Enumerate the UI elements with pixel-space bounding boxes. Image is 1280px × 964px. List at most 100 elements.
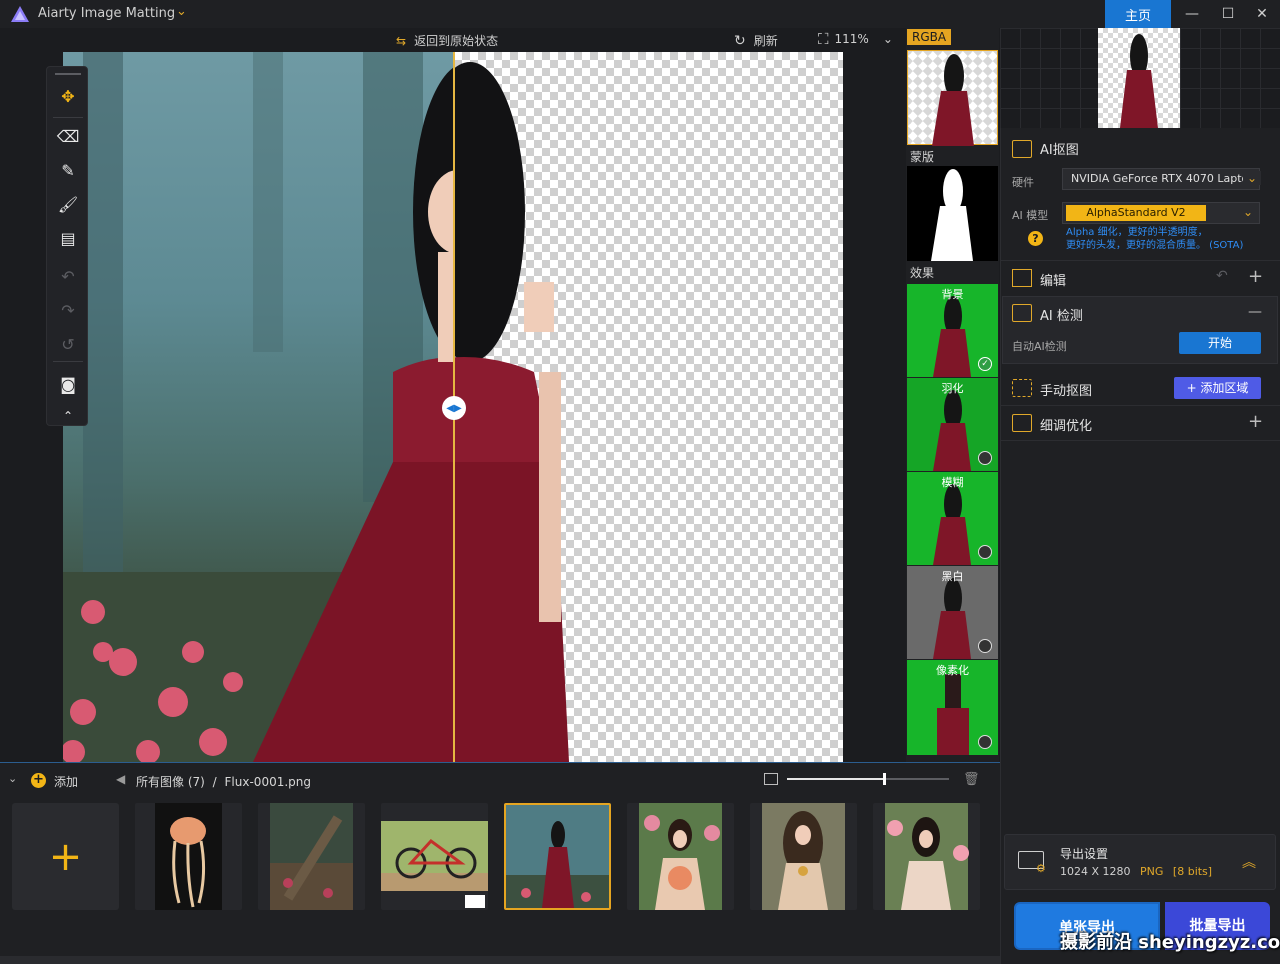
zoom-control[interactable]: ⛶ 111% ⌄ (818, 30, 893, 48)
radio-icon (978, 545, 992, 559)
zoom-fit-icon: ⛶ (818, 30, 829, 48)
mask-preview-figure (931, 169, 973, 261)
add-area-button[interactable]: + 添加区域 (1174, 377, 1261, 399)
breadcrumb-all-images[interactable]: 所有图像 (7) (136, 775, 205, 789)
expand-plus-icon[interactable]: + (1248, 266, 1263, 287)
effect-label: 模糊 (941, 476, 964, 489)
add-image-button[interactable]: + (12, 803, 119, 910)
chevron-down-icon[interactable]: ⌄ (1243, 171, 1262, 185)
brush-icon[interactable]: 🖌 (47, 189, 89, 219)
thumbnail-bicycle[interactable] (381, 803, 488, 910)
thumbnail-rose-girl[interactable] (873, 803, 980, 910)
hardware-select[interactable]: NVIDIA GeForce RTX 4070 Laptop GPU (1062, 168, 1260, 190)
effect-background[interactable]: 背景 ✓ (907, 284, 998, 377)
divider (53, 117, 83, 118)
image-size-icon (764, 773, 778, 785)
ai-matting-icon (1012, 140, 1032, 158)
close-icon[interactable]: ✕ (1244, 0, 1280, 28)
slider-fill (787, 778, 884, 780)
revert-button[interactable]: ⇆ 返回到原始状态 (396, 32, 498, 49)
thumbnail-red-dress-scene (506, 805, 609, 908)
export-format: PNG (1140, 865, 1164, 878)
thumbnail-flower-girl-scene (639, 803, 722, 910)
start-detect-button[interactable]: 开始 (1179, 332, 1261, 354)
mask-label: 蒙版 (910, 150, 935, 164)
eraser-icon[interactable]: ⌫ (47, 121, 89, 151)
export-title: 导出设置 (1060, 847, 1109, 861)
selection-icon[interactable]: ◙ (47, 369, 89, 399)
matte-result-scene (394, 62, 569, 762)
effect-label: 羽化 (941, 382, 964, 395)
home-button[interactable]: 主页 (1105, 0, 1171, 28)
effect-black-white[interactable]: 黑白 (907, 566, 998, 659)
effect-feather[interactable]: 羽化 (907, 378, 998, 471)
undo-icon[interactable]: ↶ (1216, 268, 1228, 284)
reset-icon[interactable]: ↺ (47, 329, 89, 359)
minimize-icon[interactable]: — (1174, 0, 1210, 28)
palette-grip[interactable] (55, 73, 81, 75)
maximize-icon[interactable]: ☐ (1210, 0, 1246, 28)
add-label[interactable]: 添加 (54, 773, 78, 790)
matte-result[interactable] (394, 52, 843, 762)
effect-label: 黑白 (941, 570, 964, 583)
check-icon: ✓ (978, 357, 992, 371)
thumbnail-rose-girl-scene (885, 803, 969, 910)
refine-icon (1012, 414, 1032, 432)
hardware-value: NVIDIA GeForce RTX 4070 Laptop GPU (1071, 172, 1259, 185)
pen-icon[interactable]: ✎ (47, 155, 89, 185)
model-description: Alpha 细化，更好的半透明度， 更好的头发，更好的混合质量。 (SOTA) (1066, 226, 1256, 252)
chevron-down-icon[interactable]: ⌄ (1243, 205, 1253, 219)
original-image[interactable] (63, 52, 454, 762)
mask-preview[interactable] (907, 166, 998, 261)
collapse-up-icon[interactable]: ⌃ (47, 401, 89, 431)
app-logo-icon (11, 6, 29, 22)
thumbnail-red-dress[interactable] (504, 803, 611, 910)
hardware-label: 硬件 (1012, 176, 1034, 189)
trash-icon[interactable]: 🗑 (963, 772, 980, 787)
expand-plus-icon[interactable]: + (1248, 411, 1263, 432)
effect-pixelate[interactable]: 像素化 (907, 660, 998, 755)
export-info: 1024 X 1280 PNG [8 bits] (1060, 865, 1212, 878)
redo-icon[interactable]: ↷ (47, 295, 89, 325)
effect-blur[interactable]: 模糊 (907, 472, 998, 565)
undo-icon[interactable]: ↶ (47, 261, 89, 291)
chevron-down-icon[interactable]: ⌄ (8, 772, 17, 785)
effect-label: 像素化 (936, 664, 969, 677)
ai-detect-title: AI 检测 (1040, 309, 1083, 324)
divider (1000, 405, 1280, 406)
add-icon[interactable]: + (31, 773, 46, 788)
compare-handle-icon[interactable]: ◀▶ (442, 396, 466, 420)
refine-title: 细调优化 (1040, 419, 1093, 434)
result-preview[interactable] (1098, 28, 1180, 128)
tool-palette: ✥ ⌫ ✎ 🖌 ▤ ↶ ↷ ↺ ◙ ⌃ (46, 66, 88, 426)
thumbnail-jellyfish[interactable] (135, 803, 242, 910)
back-arrow-icon[interactable]: ◀ (116, 772, 125, 786)
ai-detect-icon (1012, 304, 1032, 322)
help-icon[interactable]: ? (1028, 231, 1043, 246)
breadcrumb-file: Flux-0001.png (224, 775, 311, 789)
thumbnail-jellyfish-scene (155, 803, 222, 910)
paint-roller-icon[interactable]: ▤ (47, 223, 89, 253)
model-label: AI 模型 (1012, 209, 1049, 222)
rgba-preview[interactable] (907, 50, 998, 146)
thumbnail-curly-hair-scene (762, 803, 845, 910)
export-bits: [8 bits] (1172, 865, 1213, 878)
thumbnail-flower-girl[interactable] (627, 803, 734, 910)
thumbnail-forest-scene (270, 803, 353, 910)
refresh-icon: ↻ (734, 32, 746, 49)
crop-icon (1012, 269, 1032, 287)
refresh-button[interactable]: ↻ 刷新 (734, 32, 778, 49)
move-tool-icon[interactable]: ✥ (47, 81, 89, 111)
chevron-down-icon[interactable]: ⌄ (176, 4, 187, 19)
thumbnail-forest[interactable] (258, 803, 365, 910)
manual-select-icon (1012, 379, 1032, 397)
collapse-minus-icon[interactable]: — (1248, 304, 1262, 320)
chevron-down-icon: ⌄ (882, 32, 893, 46)
thumbnail-curly-hair[interactable] (750, 803, 857, 910)
expand-up-icon[interactable]: ︽ (1242, 852, 1256, 872)
watermark: 摄影前沿 sheyingzyz.com (1060, 932, 1280, 953)
radio-icon (978, 735, 992, 749)
revert-icon: ⇆ (396, 33, 407, 48)
app-title: Aiarty Image Matting (38, 6, 176, 21)
slider-handle[interactable] (883, 773, 886, 785)
